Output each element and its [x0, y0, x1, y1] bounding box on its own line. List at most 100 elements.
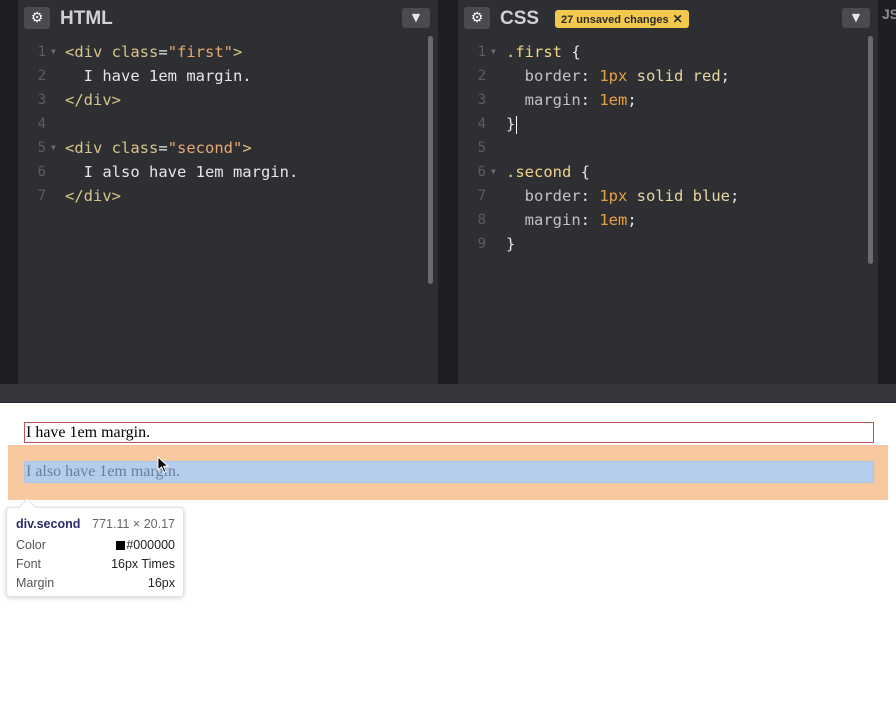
css-code-editor[interactable]: 1 ▼ .first {2 border: 1px solid red; 3 marg…	[458, 40, 864, 384]
unsaved-changes-badge[interactable]: 27 unsaved changes ✕	[555, 10, 689, 28]
html-code-line[interactable]: 6 I also have 1em margin.	[18, 160, 424, 184]
code-token: ;	[729, 187, 740, 205]
code-token: =	[158, 43, 168, 61]
code-token: :	[580, 67, 600, 85]
fold-arrow-icon[interactable]: ▼	[491, 160, 496, 184]
fold-arrow-icon[interactable]: ▼	[51, 40, 56, 64]
html-settings-button[interactable]: ⚙	[24, 7, 50, 29]
tooltip-header: div.second 771.11 × 20.17	[16, 515, 175, 533]
code-token: }	[506, 235, 516, 253]
html-code-line[interactable]: 3 </div>	[18, 88, 424, 112]
line-number: 4	[37, 116, 46, 132]
color-value: #000000	[126, 538, 175, 552]
js-pane-edge-label[interactable]: JS	[882, 6, 896, 22]
css-code-line[interactable]: 8 margin: 1em;	[458, 208, 864, 232]
code-token: class	[111, 43, 159, 61]
css-code-line[interactable]: 5	[458, 136, 864, 160]
code-text: }	[506, 232, 515, 256]
css-code-line[interactable]: 7 border: 1px solid blue;	[458, 184, 864, 208]
resize-divider[interactable]	[0, 384, 896, 403]
code-token: 1em	[599, 91, 628, 109]
code-token: >	[242, 139, 252, 157]
code-token: margin	[506, 211, 581, 229]
line-number: 8	[477, 212, 486, 228]
code-token: {	[571, 43, 581, 61]
line-number: 7	[477, 188, 486, 204]
code-token: 1px	[599, 67, 628, 85]
code-text: .first {	[506, 40, 581, 64]
css-code-line[interactable]: 3 margin: 1em;	[458, 88, 864, 112]
html-code-line[interactable]: 1 ▼ <div class="first">	[18, 40, 424, 64]
tooltip-element-size: 771.11 × 20.17	[92, 517, 175, 531]
preview-first-div: I have 1em margin.	[24, 422, 874, 443]
code-token: border	[506, 67, 581, 85]
text-cursor	[516, 115, 518, 134]
code-text: border: 1px solid red;	[506, 64, 730, 88]
css-code-line[interactable]: 2 border: 1px solid red;	[458, 64, 864, 88]
fold-arrow-icon[interactable]: ▼	[51, 136, 56, 160]
tooltip-row-margin: Margin 16px	[16, 574, 175, 592]
html-code-line[interactable]: 4	[18, 112, 424, 136]
html-scrollbar[interactable]	[428, 36, 433, 284]
html-collapse-button[interactable]: ▼	[402, 8, 430, 28]
tooltip-label: Font	[16, 557, 42, 571]
tooltip-label: Color	[16, 538, 46, 552]
line-number: 3	[477, 92, 486, 108]
code-text: <div class="first">	[65, 40, 242, 64]
line-number: 3	[37, 92, 46, 108]
code-token: =	[158, 139, 168, 157]
code-token: ;	[627, 211, 637, 229]
code-token: I also have 1em margin.	[65, 163, 299, 181]
tooltip-row-font: Font 16px Times	[16, 555, 175, 573]
css-editor-pane: ⚙ CSS 27 unsaved changes ✕ ▼ 1 ▼ .first {2 …	[458, 0, 878, 384]
gear-icon: ⚙	[470, 10, 484, 26]
code-token: class	[111, 139, 159, 157]
code-token: ;	[627, 91, 637, 109]
code-token: </div>	[65, 187, 121, 205]
line-number: 5	[477, 140, 486, 156]
css-scrollbar[interactable]	[868, 36, 873, 264]
code-token: :	[580, 211, 600, 229]
code-token: margin	[506, 91, 581, 109]
fold-arrow-icon[interactable]: ▼	[491, 40, 496, 64]
close-icon[interactable]: ✕	[673, 12, 683, 26]
line-number: 5	[37, 140, 46, 156]
code-text: I also have 1em margin.	[65, 160, 299, 184]
line-number: 9	[477, 236, 486, 252]
mouse-pointer-icon	[157, 455, 170, 474]
tooltip-value: 16px Times	[111, 557, 175, 571]
code-token: :	[580, 187, 600, 205]
css-code-line[interactable]: 9}	[458, 232, 864, 256]
code-text: <div class="second">	[65, 136, 252, 160]
css-code-line[interactable]: 6 ▼ .second {	[458, 160, 864, 184]
css-settings-button[interactable]: ⚙	[464, 7, 490, 29]
html-code-line[interactable]: 7 </div>	[18, 184, 424, 208]
css-code-line[interactable]: 1 ▼ .first {	[458, 40, 864, 64]
code-token: <div	[65, 139, 112, 157]
css-pane-title: CSS	[500, 8, 540, 29]
html-code-editor[interactable]: 1 ▼ <div class="first"> 2 I have 1em margin…	[18, 40, 424, 384]
line-number: 2	[477, 68, 486, 84]
code-token: "second"	[167, 139, 243, 157]
code-token: .second	[506, 163, 581, 181]
html-code-line[interactable]: 2 I have 1em margin.	[18, 64, 424, 88]
code-text: </div>	[65, 88, 121, 112]
css-collapse-button[interactable]: ▼	[842, 8, 870, 28]
html-code-line[interactable]: 5 ▼ <div class="second">	[18, 136, 424, 160]
code-text: margin: 1em;	[506, 88, 637, 112]
code-token: <div	[65, 43, 112, 61]
css-pane-header: ⚙ CSS 27 unsaved changes ✕ ▼	[458, 0, 878, 38]
code-token: "first"	[167, 43, 234, 61]
code-text: </div>	[65, 184, 121, 208]
code-text: }	[506, 112, 518, 136]
tooltip-element-name: div.second	[16, 517, 81, 531]
tooltip-row-color: Color #000000	[16, 536, 175, 554]
code-text: .second {	[506, 160, 590, 184]
css-code-line[interactable]: 4}	[458, 112, 864, 136]
code-text: margin: 1em;	[506, 208, 637, 232]
code-token: 1px	[599, 187, 628, 205]
line-number: 4	[477, 116, 486, 132]
inspector-tooltip: div.second 771.11 × 20.17 Color #000000 …	[6, 507, 184, 597]
code-token: solid red	[627, 67, 721, 85]
tooltip-value: 16px	[147, 576, 175, 590]
